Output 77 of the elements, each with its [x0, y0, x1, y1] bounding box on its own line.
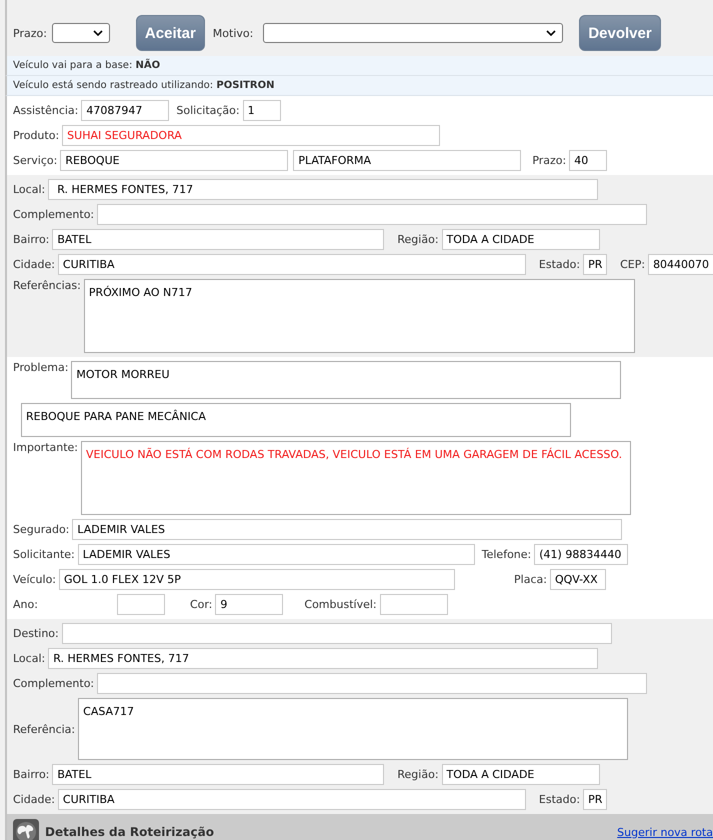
input-field[interactable] — [62, 623, 612, 644]
text-area[interactable]: REBOQUE PARA PANE MECÂNICA — [21, 403, 571, 437]
input-field[interactable]: CURITIBA — [58, 789, 526, 810]
return-button[interactable]: Devolver — [579, 15, 661, 51]
field-label: Complemento: — [13, 208, 94, 221]
motivo-select[interactable] — [263, 23, 564, 43]
suggest-route-link[interactable]: Sugerir nova rota — [617, 826, 713, 838]
field-label: Região: — [397, 233, 439, 246]
input-field[interactable] — [380, 594, 448, 615]
input-field[interactable]: PR — [583, 789, 608, 810]
field-label: Complemento: — [13, 677, 94, 690]
field-label: Cor: — [190, 598, 212, 611]
notice-text: Veículo vai para a base: NÃO — [13, 60, 160, 71]
input-field[interactable]: TODA A CIDADE — [442, 229, 600, 250]
input-field[interactable]: 40 — [569, 150, 608, 171]
input-field[interactable]: SUHAI SEGURADORA — [62, 125, 440, 146]
field-label: Prazo: — [532, 154, 566, 167]
input-field[interactable]: PLATAFORMA — [293, 150, 522, 171]
input-field[interactable]: 1 — [242, 100, 281, 121]
text-area[interactable]: MOTOR MORREU — [71, 361, 622, 399]
field-label: Cidade: — [13, 258, 55, 271]
field-label: CEP: — [620, 258, 646, 271]
field-label: Bairro: — [13, 233, 50, 246]
field-label: Combustível: — [304, 598, 377, 611]
field-label: Telefone: — [482, 548, 532, 561]
text-area[interactable]: VEICULO NÃO ESTÁ COM RODAS TRAVADAS, VEICULO ESTÁ EM UMA GARAGEM DE FÁCIL ACESSO. — [81, 441, 632, 515]
input-field[interactable]: CURITIBA — [58, 254, 526, 275]
field-label: Local: — [13, 183, 46, 196]
input-field[interactable]: 80440070 — [648, 254, 713, 275]
input-field[interactable]: R. HERMES FONTES, 717 — [48, 648, 598, 669]
input-field[interactable]: LADEMIR VALES — [72, 519, 622, 540]
field-label: Estado: — [538, 793, 580, 806]
input-field[interactable]: 47087947 — [81, 100, 170, 121]
input-field[interactable]: BATEL — [52, 229, 384, 250]
field-label: Cidade: — [13, 793, 55, 806]
section-title: Detalhes da Roteirização — [45, 825, 214, 839]
field-label: Referências: — [13, 279, 81, 292]
input-field[interactable]: 9 — [215, 594, 284, 615]
field-label: Problema: — [13, 361, 68, 374]
input-field[interactable] — [97, 204, 648, 225]
prazo-select[interactable] — [52, 23, 110, 43]
field-label: Ano: — [13, 598, 38, 611]
field-label: Região: — [397, 768, 439, 781]
field-label: Veículo: — [13, 573, 56, 586]
field-label: Produto: — [13, 129, 60, 142]
input-field[interactable]: BATEL — [52, 764, 384, 785]
field-label: Motivo: — [212, 26, 254, 40]
input-field[interactable]: QQV-XX — [550, 569, 606, 590]
input-field[interactable]: GOL 1.0 FLEX 12V 5P — [59, 569, 456, 590]
input-field[interactable]: (41) 98834440 — [534, 544, 628, 565]
field-label: Destino: — [13, 627, 59, 640]
input-field[interactable] — [97, 673, 648, 694]
field-label: Assistência: — [13, 104, 78, 117]
field-label: Solicitante: — [13, 548, 75, 561]
chevron-icon — [92, 30, 103, 36]
text-area[interactable]: PRÓXIMO AO N717 — [84, 279, 635, 353]
field-label: Serviço: — [13, 154, 58, 167]
input-field[interactable]: PR — [583, 254, 608, 275]
field-label: Segurado: — [13, 523, 70, 536]
field-label: Placa: — [514, 573, 547, 586]
input-field[interactable]: R. HERMES FONTES, 717 — [48, 179, 598, 200]
field-label: Estado: — [538, 258, 580, 271]
input-field[interactable] — [116, 594, 165, 615]
input-field[interactable]: TODA A CIDADE — [442, 764, 600, 785]
input-field[interactable]: LADEMIR VALES — [78, 544, 475, 565]
chevron-icon — [546, 30, 556, 36]
input-field[interactable]: REBOQUE — [60, 150, 288, 171]
field-label: Solicitação: — [176, 104, 240, 117]
field-label: Importante: — [13, 441, 78, 454]
text-area[interactable]: CASA717 — [78, 698, 628, 760]
field-label: Prazo: — [13, 26, 47, 40]
field-label: Bairro: — [13, 768, 50, 781]
globe-icon — [13, 819, 39, 840]
notice-text: Veículo está sendo rastreado utilizando: POSITRON — [13, 80, 275, 91]
field-label: Referência: — [13, 722, 76, 736]
accept-button[interactable]: Aceitar — [136, 15, 205, 51]
field-label: Local: — [13, 652, 46, 665]
